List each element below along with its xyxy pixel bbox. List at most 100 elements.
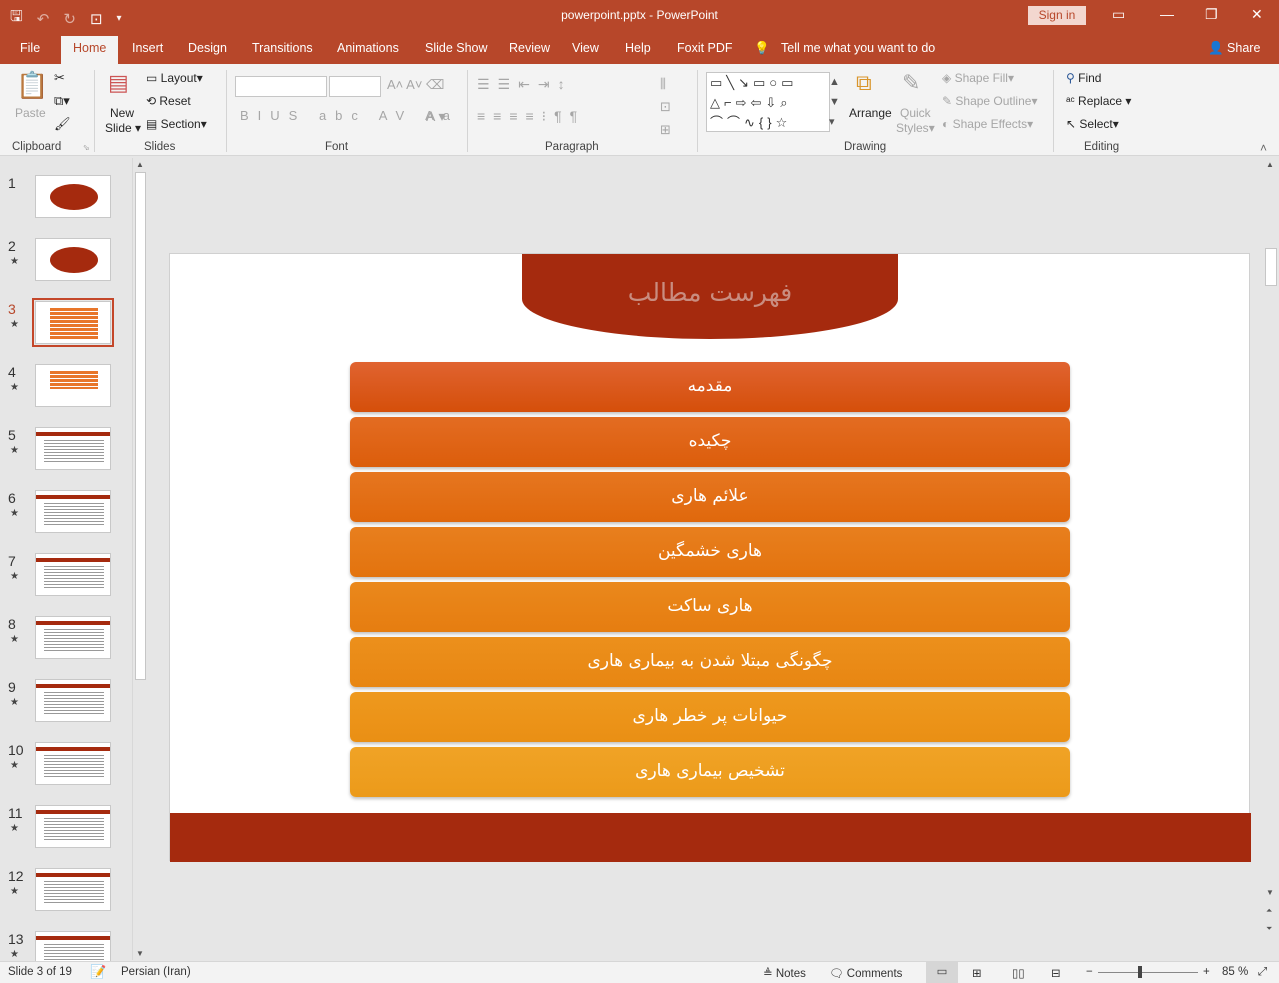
slideshow-view-icon[interactable]: ⊟ [1051,966,1061,980]
scroll-up-icon[interactable]: ▲ [136,160,144,169]
zoom-slider-thumb[interactable] [1138,966,1142,978]
slide-thumbnail-row[interactable]: 6 ★ [0,490,134,540]
comments-button[interactable]: 🗨 Comments [829,966,902,980]
select-button[interactable]: ↖ Select▾ [1066,117,1119,131]
restore-icon[interactable]: ❐ [1205,6,1218,23]
align-buttons[interactable]: ≡≡≡≡⁝¶¶ [477,108,585,125]
font-name-combo[interactable] [235,76,327,97]
shape-fill-button[interactable]: ◈ Shape Fill▾ [942,71,1014,85]
zoom-in-icon[interactable]: + [1203,966,1210,978]
shape-effects-button[interactable]: ◐ Shape Effects▾ [942,117,1033,131]
spell-check-icon[interactable]: 📝 [90,964,106,980]
find-button[interactable]: ⚲ Find [1066,71,1101,85]
toc-item[interactable]: حیوانات پر خطر هاری [350,692,1070,742]
slide-thumbnail[interactable] [35,742,111,785]
reading-view-icon[interactable]: ▯▯ [1012,966,1025,980]
tab-file[interactable]: File [20,41,40,55]
toc-item[interactable]: چگونگی مبتلا شدن به بیماری هاری [350,637,1070,687]
share-button[interactable]: 👤 Share [1208,41,1260,56]
slide-thumbnail-row[interactable]: 3 ★ [0,298,134,351]
previous-slide-icon[interactable]: ⏶ [1266,906,1272,916]
font-color-icon[interactable]: A ▾ [426,108,445,125]
slide-thumbnail-row[interactable]: 8 ★ [0,616,134,666]
slide-sorter-icon[interactable]: ⊞ [972,966,982,980]
toc-item[interactable]: تشخیص بیماری هاری [350,747,1070,797]
slide-thumbnail-row[interactable]: 9 ★ [0,679,134,729]
shapes-scroll-icon[interactable]: ▲ ▼ ▾ [829,72,840,132]
slide-canvas[interactable]: فهرست مطالب مقدمه چکیده علائم هاری هاری … [169,253,1251,862]
next-slide-icon[interactable]: ⏷ [1266,924,1272,934]
slide-scrollbar[interactable]: ▲ ▼ ⏶ ⏷ [1263,158,1279,960]
toc-item[interactable]: علائم هاری [350,472,1070,522]
zoom-out-icon[interactable]: − [1086,966,1093,978]
slide-thumbnail[interactable] [35,427,111,470]
slide-scroll-thumb[interactable] [1265,248,1277,286]
notes-button[interactable]: ≜ Notes [763,966,806,980]
shape-outline-button[interactable]: ✎ Shape Outline▾ [942,94,1037,108]
slide-thumbnail[interactable] [35,553,111,596]
thumbnails-scroll-thumb[interactable] [135,172,146,680]
tab-help[interactable]: Help [625,41,651,55]
slide-thumbnail-row[interactable]: 4 ★ [0,364,134,414]
dialog-launcher-icon[interactable]: ⬂ [83,143,90,152]
tab-slide-show[interactable]: Slide Show [425,41,488,55]
collapse-ribbon-icon[interactable]: ˄ [1260,141,1267,155]
reset-button[interactable]: ⟲ Reset [146,94,191,108]
arrange-button[interactable]: Arrange [849,106,892,120]
zoom-level[interactable]: 85 % [1222,966,1248,978]
fit-to-window-icon[interactable]: ⤢ [1258,966,1267,979]
paste-button[interactable]: Paste [15,106,46,120]
new-slide-icon[interactable]: ▤ [108,70,129,96]
slide-thumbnail[interactable] [35,364,111,407]
ribbon-display-icon[interactable]: ▭ [1112,6,1125,23]
toc-item[interactable]: مقدمه [350,362,1070,412]
toc-item[interactable]: هاری خشمگین [350,527,1070,577]
paste-icon[interactable]: 📋 [16,70,48,101]
font-size-combo[interactable] [329,76,381,97]
tab-animations[interactable]: Animations [337,41,399,55]
new-slide-button[interactable]: New [110,106,134,120]
slide-title[interactable]: فهرست مطالب [522,278,898,307]
normal-view-icon[interactable]: ▭ [926,962,958,983]
scroll-down-icon[interactable]: ▼ [1266,888,1274,897]
slide-counter[interactable]: Slide 3 of 19 [8,966,72,978]
shapes-gallery[interactable]: ▭╲↘▭○▭ △⌐⇨⇦⇩⌕ ⌒⌒∿{}☆ [706,72,830,132]
tab-insert[interactable]: Insert [132,41,163,55]
new-slide-label[interactable]: Slide ▾ [105,121,141,135]
tab-foxit-pdf[interactable]: Foxit PDF [677,41,733,55]
slide-thumbnail[interactable] [35,679,111,722]
slide-thumbnail-row[interactable]: 11 ★ [0,805,134,855]
sign-in-button[interactable]: Sign in [1028,6,1086,25]
quick-styles-button[interactable]: Quick [900,106,931,120]
slide-thumbnail[interactable] [35,868,111,911]
slide-thumbnail[interactable] [35,238,111,281]
slide-thumbnail-row[interactable]: 5 ★ [0,427,134,477]
tell-me-search[interactable]: Tell me what you want to do [781,41,935,55]
language-indicator[interactable]: Persian (Iran) [121,966,191,978]
slide-thumbnail[interactable] [35,175,111,218]
toc-item[interactable]: چکیده [350,417,1070,467]
arrange-icon[interactable]: ⧉ [856,70,872,96]
section-button[interactable]: ▤ Section▾ [146,117,207,131]
slide-thumbnail-row[interactable]: 7 ★ [0,553,134,603]
slide-thumbnail-row[interactable]: 10 ★ [0,742,134,792]
text-direction-buttons[interactable]: ⫼ ⊡ ⊞ [660,72,671,141]
copy-icon[interactable]: ⧉▾ [54,93,70,109]
minimize-icon[interactable]: — [1160,6,1174,22]
slide-thumbnail[interactable] [32,298,114,347]
tab-view[interactable]: View [572,41,599,55]
format-painter-icon[interactable]: 🖌 [54,116,71,132]
tab-review[interactable]: Review [509,41,550,55]
tab-transitions[interactable]: Transitions [252,41,313,55]
close-icon[interactable]: ✕ [1251,6,1263,23]
cut-icon[interactable]: ✂ [54,70,65,86]
tab-home[interactable]: Home [61,36,119,64]
toc-item[interactable]: هاری ساکت [350,582,1070,632]
slide-thumbnail[interactable] [35,490,111,533]
zoom-slider[interactable] [1098,972,1198,973]
slide-thumbnail-row[interactable]: 2 ★ [0,238,134,288]
layout-button[interactable]: ▭ Layout▾ [146,71,203,85]
slide-thumbnail[interactable] [35,616,111,659]
scroll-down-icon[interactable]: ▼ [136,949,144,958]
quick-styles-icon[interactable]: ✎ [902,70,920,96]
